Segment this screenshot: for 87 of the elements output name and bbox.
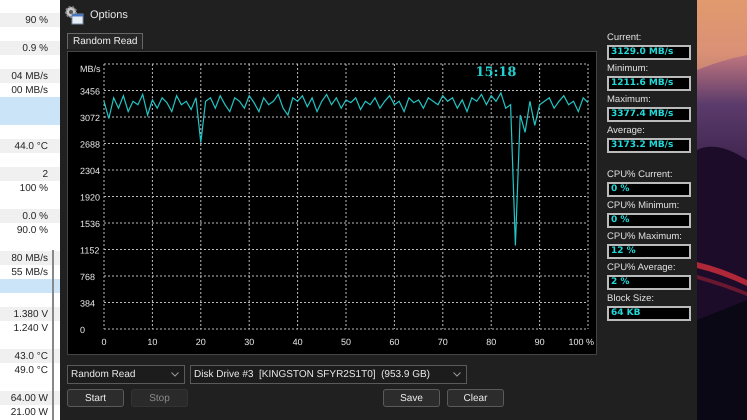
stat-label: Block Size: [607, 293, 655, 306]
axis-label: 0 [102, 337, 106, 347]
stat-value-field: 3129.0 MB/s [607, 45, 691, 60]
table-row[interactable]: 1.240 V [0, 321, 60, 335]
axis-label: 50 [341, 337, 351, 347]
value-text: 0.9 % [22, 42, 48, 54]
stat-value-field: 0 % [607, 182, 691, 197]
table-row[interactable]: 80 MB/s [0, 251, 60, 265]
value-text: 100 % [20, 182, 48, 194]
table-row[interactable]: 1.380 V [0, 307, 60, 321]
value-text: 2 [42, 168, 48, 180]
value-text: 04 MB/s [11, 70, 48, 82]
stat-label: CPU% Maximum: [607, 231, 683, 244]
axis-label: 768 [80, 272, 96, 282]
table-row[interactable]: 00 MB/s [0, 83, 60, 97]
stat-value-field: 12 % [607, 244, 691, 259]
axis-label: 2688 [80, 140, 100, 150]
value-text: 90 % [25, 14, 48, 26]
axis-label: 60 [389, 337, 400, 347]
stat-value-field: 3173.2 MB/s [607, 138, 691, 153]
axis-label: 80 [486, 337, 496, 347]
chevron-down-icon[interactable] [171, 372, 179, 377]
table-row[interactable]: 90.0 % [0, 223, 60, 237]
button[interactable]: Save [383, 389, 440, 407]
button[interactable]: Clear [447, 389, 504, 407]
axis-label: 3072 [80, 113, 100, 123]
scrollbar[interactable] [52, 250, 54, 420]
table-row[interactable]: 2 [0, 167, 60, 181]
drive-dropdown[interactable]: Disk Drive #3 [KINGSTON SFYR2S1T0] (953.9 GB) [190, 365, 467, 384]
table-row[interactable]: 100 % [0, 181, 60, 195]
axis-label: 1536 [80, 219, 100, 229]
value-text: 64.00 W [10, 392, 48, 404]
value-text: 44.0 °C [14, 140, 48, 152]
axis-label: 1152 [80, 246, 100, 256]
table-row[interactable]: 55 MB/s [0, 265, 60, 279]
axis-label: 30 [244, 337, 254, 347]
value-text: 1.240 V [14, 322, 48, 334]
stat-value-field: 64 KB [607, 306, 691, 321]
axis-label: 90 [534, 337, 545, 347]
stat-label: Maximum: [607, 94, 652, 107]
stat-label: Average: [607, 125, 646, 138]
stat-value-field: 3377.4 MB/s [607, 107, 691, 122]
value-text: 49.0 °C [14, 364, 48, 376]
table-row[interactable]: 21.00 W [0, 405, 60, 419]
axis-label: 70 [438, 337, 448, 347]
tab[interactable]: Random Read [67, 33, 144, 49]
value-text: 21.00 W [10, 406, 48, 418]
button[interactable]: Start [67, 389, 124, 407]
gear-window-icon [64, 5, 84, 25]
stat-label: Current: [607, 32, 642, 45]
value-text: 0.0 % [22, 210, 48, 222]
table-row[interactable]: 90 % [0, 13, 60, 27]
axis-label: 0 [80, 325, 86, 335]
table-row[interactable]: 64.00 W [0, 391, 60, 405]
value-text: 43.0 °C [14, 350, 48, 362]
test-dropdown[interactable]: Random Read [67, 365, 185, 384]
axis-label: 1920 [80, 192, 100, 202]
stat-label: CPU% Average: [607, 262, 676, 275]
axis-label: 100 % [568, 337, 594, 347]
value-text: 55 MB/s [11, 266, 48, 278]
stat-value-field: 0 % [607, 213, 691, 228]
table-row[interactable]: 44.0 °C [0, 139, 60, 153]
table-row[interactable]: 0.0 % [0, 209, 60, 223]
window-title: Options [90, 9, 128, 21]
table-row[interactable]: 04 MB/s [0, 69, 60, 83]
table-row[interactable] [0, 279, 60, 293]
axis-title: MB/s [80, 64, 101, 74]
table-row[interactable]: 49.0 °C [0, 363, 60, 377]
stat-value-field: 2 % [607, 275, 691, 290]
stat-label: Minimum: [607, 63, 650, 76]
axis-label: 3456 [80, 86, 100, 96]
value-text: 1.380 V [14, 308, 48, 320]
stat-label: CPU% Current: [607, 169, 674, 182]
stat-value-field: 1211.6 MB/s [607, 76, 691, 91]
table-row[interactable]: 0.9 % [0, 41, 60, 55]
clock-time: 15:18 [476, 65, 516, 80]
chevron-down-icon[interactable] [453, 372, 461, 377]
axis-label: 384 [80, 298, 96, 308]
table-row[interactable]: 43.0 °C [0, 349, 60, 363]
axis-label: 40 [292, 337, 303, 347]
axis-label: 20 [196, 337, 206, 347]
stat-label: CPU% Minimum: [607, 200, 680, 213]
value-text: 90.0 % [16, 224, 48, 236]
axis-label: 2304 [80, 166, 100, 176]
value-text: 80 MB/s [11, 252, 48, 264]
axis-label: 10 [147, 337, 158, 347]
value-text: 00 MB/s [11, 84, 48, 96]
